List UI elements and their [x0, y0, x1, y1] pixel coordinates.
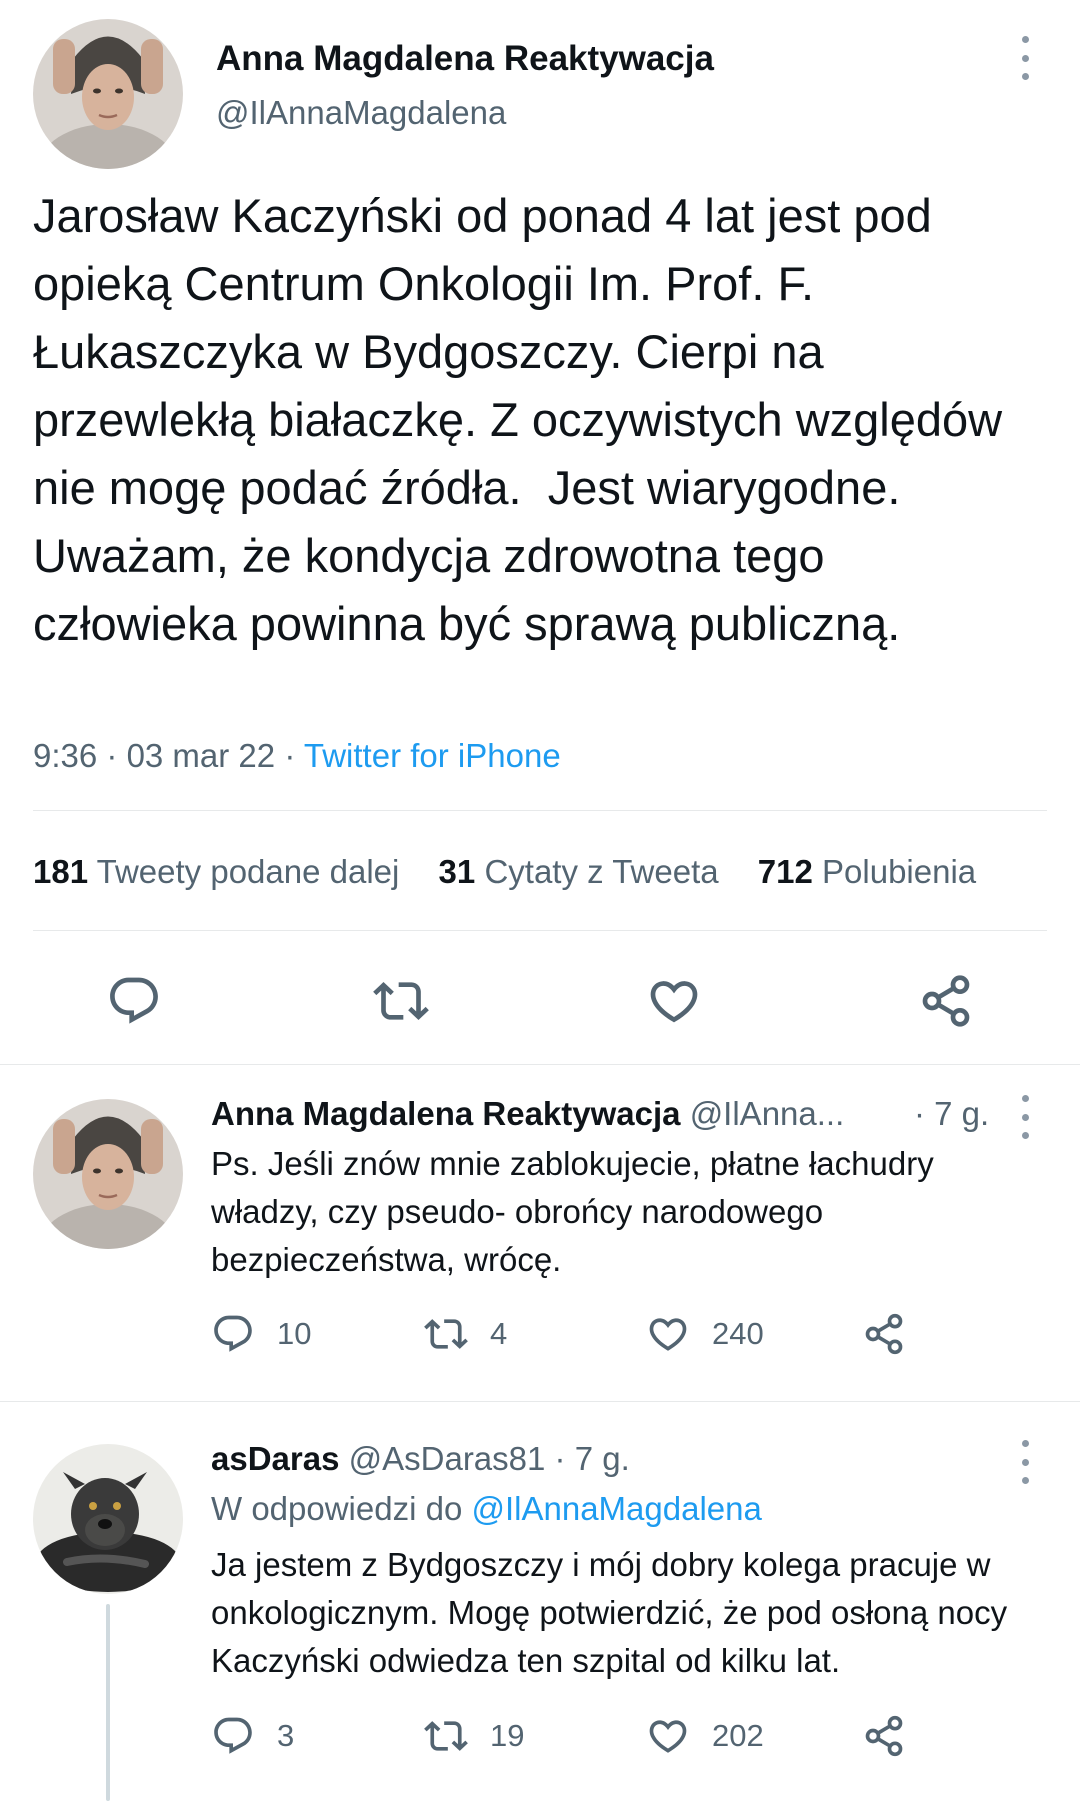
- retweet-action[interactable]: 4: [424, 1312, 507, 1356]
- user-handle[interactable]: @IlAnnaMagdalena: [216, 93, 506, 133]
- like-icon: [646, 1714, 690, 1758]
- share-action[interactable]: [862, 1714, 906, 1758]
- thread-line: [106, 1604, 110, 1801]
- divider: [33, 930, 1047, 931]
- reply-count: 3: [277, 1718, 295, 1753]
- display-name[interactable]: Anna Magdalena Reaktywacja: [211, 1095, 681, 1132]
- retweet-action[interactable]: 19: [424, 1714, 524, 1758]
- reply-icon: [211, 1714, 255, 1758]
- retweet-icon[interactable]: [373, 973, 429, 1029]
- reply-to-handle-link[interactable]: @IlAnnaMagdalena: [471, 1490, 761, 1527]
- reply-to-line: W odpowiedzi do @IlAnnaMagdalena: [211, 1489, 762, 1529]
- tweet-meta: 9:36 · 03 mar 22 · Twitter for iPhone: [33, 737, 561, 774]
- retweet-icon: [424, 1312, 468, 1356]
- avatar-image: [33, 1444, 183, 1594]
- display-name[interactable]: Anna Magdalena Reaktywacja: [216, 38, 714, 80]
- share-action[interactable]: [862, 1312, 906, 1356]
- display-name[interactable]: asDaras: [211, 1440, 339, 1477]
- avatar[interactable]: [33, 1444, 183, 1594]
- user-handle[interactable]: @AsDaras81: [349, 1440, 546, 1477]
- vertical-dots-icon[interactable]: [1010, 1440, 1040, 1484]
- like-icon: [646, 1312, 690, 1356]
- share-icon[interactable]: [918, 973, 974, 1029]
- vertical-dots-icon[interactable]: [1010, 36, 1040, 80]
- user-handle[interactable]: @IlAnna...: [690, 1095, 845, 1132]
- retweet-count: 19: [490, 1718, 525, 1753]
- divider: [0, 1064, 1080, 1065]
- tweet-age[interactable]: · 7 g.: [914, 1094, 989, 1134]
- reply-icon: [211, 1312, 255, 1356]
- quotes-stat[interactable]: 31 Cytaty z Tweeta: [439, 853, 719, 890]
- reply-header: asDaras @AsDaras81 · 7 g.: [211, 1439, 630, 1479]
- tweet-source-link[interactable]: Twitter for iPhone: [304, 737, 561, 774]
- avatar[interactable]: [33, 19, 183, 169]
- reply-icon[interactable]: [106, 973, 162, 1029]
- retweet-count: 4: [490, 1316, 508, 1351]
- vertical-dots-icon[interactable]: [1010, 1095, 1040, 1139]
- retweets-stat[interactable]: 181 Tweety podane dalej: [33, 853, 399, 890]
- reply-text: Ps. Jeśli znów mnie zablokujecie, płatne…: [211, 1145, 934, 1278]
- divider: [0, 1401, 1080, 1402]
- reply-to-prefix: W odpowiedzi do: [211, 1490, 463, 1527]
- avatar[interactable]: [33, 1099, 183, 1249]
- reply-action[interactable]: 10: [211, 1312, 311, 1356]
- like-action[interactable]: 240: [646, 1312, 764, 1356]
- avatar-image: [33, 19, 183, 169]
- divider: [33, 810, 1047, 811]
- reply-header: Anna Magdalena Reaktywacja @IlAnna...: [211, 1094, 1001, 1134]
- tweet-text: Jarosław Kaczyński od ponad 4 lat jest p…: [33, 189, 1016, 650]
- avatar-image: [33, 1099, 183, 1249]
- tweet-date: 03 mar 22: [126, 737, 276, 774]
- like-count: 240: [712, 1316, 764, 1351]
- share-icon: [862, 1714, 906, 1758]
- retweet-icon: [424, 1714, 468, 1758]
- like-icon[interactable]: [646, 973, 702, 1029]
- reply-count: 10: [277, 1316, 312, 1351]
- tweet-age[interactable]: · 7 g.: [555, 1440, 630, 1477]
- tweet-time: 9:36: [33, 737, 98, 774]
- reply-text: Ja jestem z Bydgoszczy i mój dobry koleg…: [211, 1546, 1008, 1679]
- reply-action[interactable]: 3: [211, 1714, 294, 1758]
- likes-stat[interactable]: 712 Polubienia: [758, 853, 976, 890]
- share-icon: [862, 1312, 906, 1356]
- tweet-stats: 181 Tweety podane dalej 31 Cytaty z Twee…: [33, 852, 976, 892]
- like-count: 202: [712, 1718, 764, 1753]
- like-action[interactable]: 202: [646, 1714, 764, 1758]
